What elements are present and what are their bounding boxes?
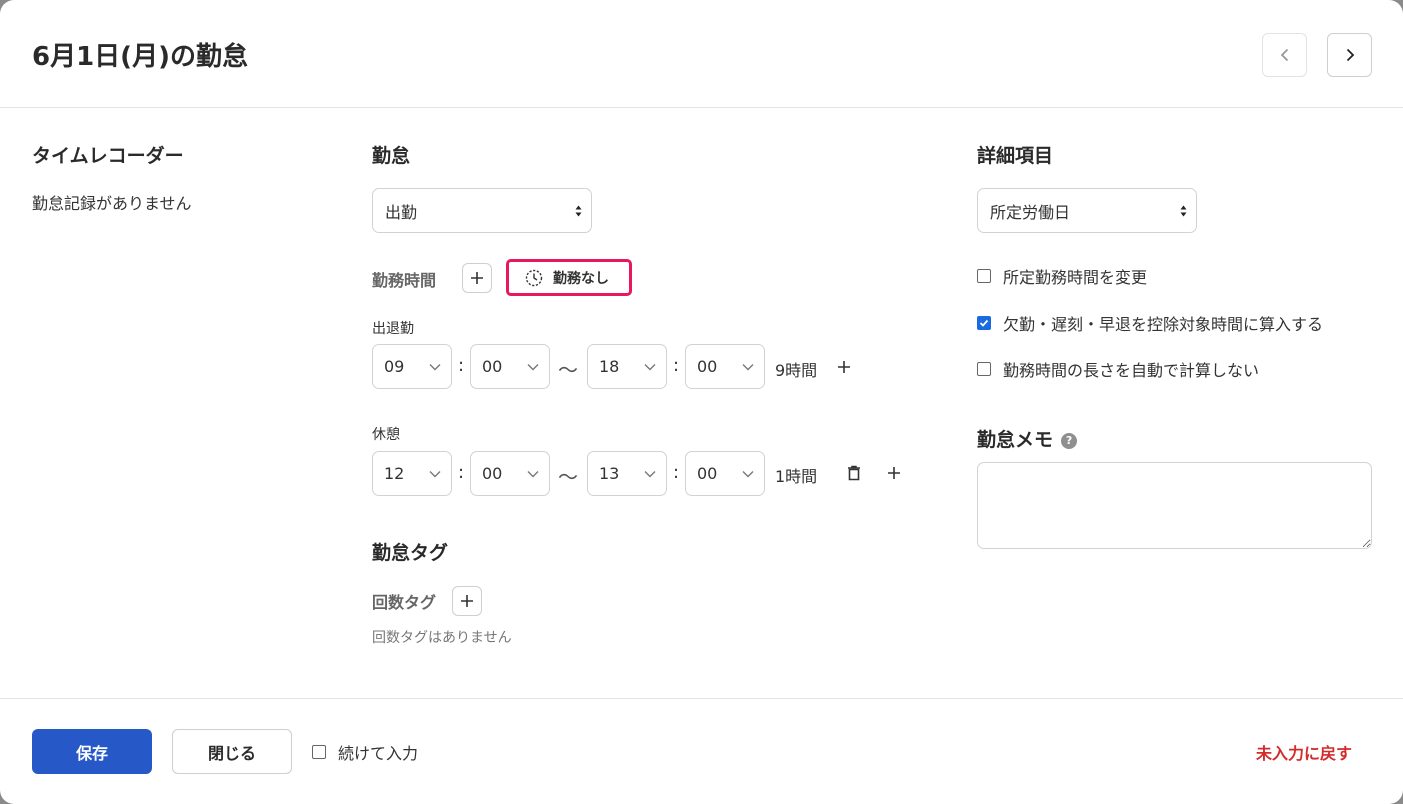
tilde: ～ — [558, 465, 578, 489]
memo-textarea[interactable] — [977, 462, 1372, 549]
attendance-tags-title: 勤怠タグ — [372, 542, 449, 564]
memo-title: 勤怠メモ? — [977, 425, 1078, 452]
break-end-minute-value: 00 — [697, 464, 718, 483]
break-duration: 1時間 — [775, 467, 818, 486]
colon: : — [673, 355, 680, 376]
add-break-button[interactable] — [833, 356, 855, 378]
save-button[interactable]: 保存 — [32, 729, 152, 774]
checkbox-label: 所定勤務時間を変更 — [1003, 268, 1148, 287]
help-icon[interactable]: ? — [1061, 432, 1078, 449]
trash-icon — [848, 465, 860, 481]
shift-start-hour-select[interactable]: 09 — [372, 344, 452, 389]
chevron-down-icon — [644, 471, 656, 478]
break-start-hour-select[interactable]: 12 — [372, 451, 452, 496]
break-end-hour-value: 13 — [599, 464, 620, 483]
checkbox-box[interactable] — [977, 269, 991, 283]
chevron-right-icon — [1346, 48, 1354, 62]
next-day-button[interactable] — [1327, 33, 1372, 77]
attendance-dialog: 6月1日(月)の勤怠 タイムレコーダー 勤怠記録がありません 勤怠 出勤 勤務時… — [0, 0, 1403, 804]
attendance-title: 勤怠 — [372, 145, 411, 167]
break-start-hour-value: 12 — [384, 464, 405, 483]
colon: : — [458, 355, 465, 376]
add-count-tag-button[interactable] — [452, 586, 482, 616]
chevron-down-icon — [527, 471, 539, 478]
clock-icon — [525, 269, 543, 286]
plus-icon — [461, 595, 473, 607]
no-work-label: 勤務なし — [553, 270, 609, 287]
no-auto-calc-checkbox[interactable]: 勤務時間の長さを自動で計算しない — [977, 357, 1259, 381]
checkbox-label: 勤務時間の長さを自動で計算しない — [1003, 361, 1260, 380]
shift-duration: 9時間 — [775, 361, 818, 380]
shift-end-hour-value: 18 — [599, 357, 620, 376]
shift-label: 出退勤 — [372, 321, 414, 337]
memo-title-text: 勤怠メモ — [977, 429, 1054, 451]
day-type-value: 所定労働日 — [990, 202, 1071, 222]
shift-end-minute-value: 00 — [697, 357, 718, 376]
plus-icon — [471, 272, 483, 284]
include-deduction-checkbox[interactable]: 欠勤・遅刻・早退を控除対象時間に算入する — [977, 311, 1323, 335]
chevron-left-icon — [1280, 48, 1288, 62]
attendance-type-value: 出勤 — [385, 202, 418, 222]
close-button[interactable]: 閉じる — [172, 729, 292, 774]
shift-start-minute-select[interactable]: 00 — [470, 344, 550, 389]
time-recorder-empty: 勤怠記録がありません — [32, 194, 192, 213]
add-break-row-button[interactable] — [883, 462, 905, 484]
check-icon — [979, 319, 989, 327]
attendance-type-select[interactable]: 出勤 — [372, 188, 592, 233]
count-tag-empty: 回数タグはありません — [372, 630, 512, 646]
reset-to-empty-link[interactable]: 未入力に戻す — [1256, 740, 1352, 764]
count-tag-label: 回数タグ — [372, 593, 437, 612]
shift-start-minute-value: 00 — [482, 357, 503, 376]
chevron-down-icon — [527, 364, 539, 371]
chevron-down-icon — [429, 364, 441, 371]
shift-end-hour-select[interactable]: 18 — [587, 344, 667, 389]
checkbox-label: 欠勤・遅刻・早退を控除対象時間に算入する — [1003, 315, 1324, 334]
chevron-down-icon — [429, 471, 441, 478]
shift-start-hour-value: 09 — [384, 357, 405, 376]
prev-day-button[interactable] — [1262, 33, 1307, 77]
break-end-minute-select[interactable]: 00 — [685, 451, 765, 496]
chevron-down-icon — [742, 364, 754, 371]
shift-end-minute-select[interactable]: 00 — [685, 344, 765, 389]
updown-arrow-icon — [1180, 205, 1187, 217]
time-recorder-title: タイムレコーダー — [32, 145, 184, 167]
no-work-button[interactable]: 勤務なし — [506, 259, 632, 296]
break-start-minute-select[interactable]: 00 — [470, 451, 550, 496]
dialog-header: 6月1日(月)の勤怠 — [0, 0, 1403, 108]
chevron-down-icon — [742, 471, 754, 478]
break-start-minute-value: 00 — [482, 464, 503, 483]
break-end-hour-select[interactable]: 13 — [587, 451, 667, 496]
plus-icon — [838, 361, 850, 373]
delete-break-button[interactable] — [843, 462, 865, 484]
day-type-select[interactable]: 所定労働日 — [977, 188, 1197, 233]
add-work-time-button[interactable] — [462, 263, 492, 293]
colon: : — [673, 462, 680, 483]
plus-icon — [888, 467, 900, 479]
change-scheduled-hours-checkbox[interactable]: 所定勤務時間を変更 — [977, 264, 1147, 288]
tilde: ～ — [558, 358, 578, 382]
checkbox-box[interactable] — [977, 362, 991, 376]
updown-arrow-icon — [575, 205, 582, 217]
checkbox-box[interactable] — [312, 745, 326, 759]
dialog-title: 6月1日(月)の勤怠 — [32, 42, 248, 72]
continue-input-checkbox[interactable]: 続けて入力 — [312, 740, 418, 764]
details-title: 詳細項目 — [977, 145, 1054, 167]
checkbox-box-checked[interactable] — [977, 316, 991, 330]
continue-input-label: 続けて入力 — [338, 744, 419, 763]
chevron-down-icon — [644, 364, 656, 371]
colon: : — [458, 462, 465, 483]
break-label: 休憩 — [372, 427, 400, 443]
work-time-label: 勤務時間 — [372, 271, 437, 290]
